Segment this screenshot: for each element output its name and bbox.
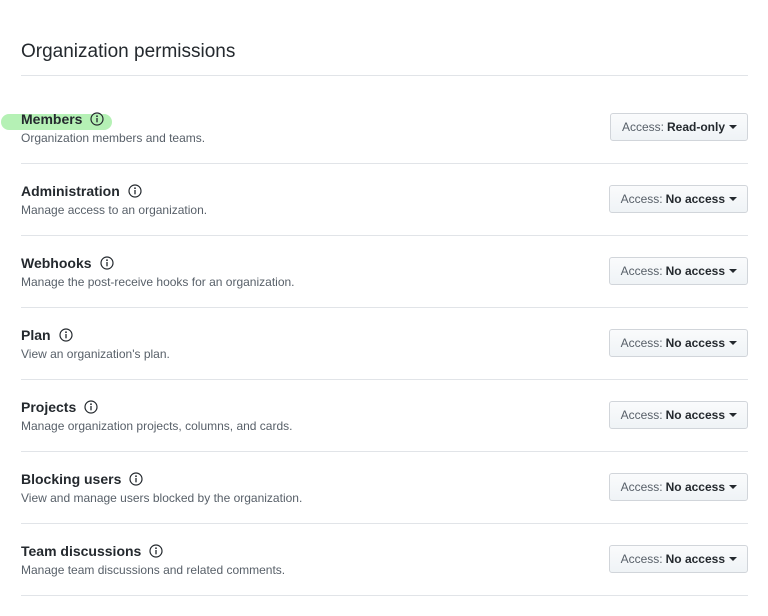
permission-row-blocking-users: Blocking users View and manage users blo… — [21, 452, 748, 524]
caret-down-icon — [729, 125, 737, 129]
info-icon[interactable] — [149, 544, 163, 558]
access-dropdown-plan[interactable]: Access: No access — [608, 329, 748, 357]
permission-description: Manage the post-receive hooks for an org… — [21, 275, 295, 289]
access-value: Read-only — [666, 120, 725, 134]
permission-name: Administration — [21, 183, 120, 199]
title-divider — [21, 75, 748, 76]
access-prefix: Access: — [620, 552, 663, 566]
caret-down-icon — [729, 269, 737, 273]
access-prefix: Access: — [621, 120, 664, 134]
permission-name-line: Webhooks — [21, 254, 114, 272]
permission-description: View an organization's plan. — [21, 347, 170, 361]
caret-down-icon — [729, 197, 737, 201]
access-value: No access — [665, 408, 725, 422]
permission-description: Manage access to an organization. — [21, 203, 208, 217]
permission-row-team-discussions: Team discussions Manage team discussions… — [21, 524, 748, 596]
permission-name-line: Administration — [21, 182, 142, 200]
permission-name-line: Members — [21, 110, 105, 128]
caret-down-icon — [729, 485, 737, 489]
access-prefix: Access: — [620, 192, 663, 206]
permission-description: Manage organization projects, columns, a… — [21, 419, 293, 433]
permission-name: Members — [21, 111, 83, 127]
permission-name: Webhooks — [21, 255, 92, 271]
permission-name: Team discussions — [21, 543, 142, 559]
access-value: No access — [665, 192, 725, 206]
info-icon[interactable] — [84, 400, 98, 414]
access-dropdown-projects[interactable]: Access: No access — [608, 401, 748, 429]
access-dropdown-webhooks[interactable]: Access: No access — [608, 257, 748, 285]
permission-name-line: Projects — [21, 398, 98, 416]
access-prefix: Access: — [620, 264, 663, 278]
info-icon[interactable] — [99, 256, 114, 270]
access-dropdown-team-discussions[interactable]: Access: No access — [608, 545, 748, 573]
permission-row-members: Members Organization members and teams. … — [21, 92, 748, 164]
caret-down-icon — [729, 341, 737, 345]
access-prefix: Access: — [620, 336, 663, 350]
access-prefix: Access: — [620, 480, 663, 494]
access-dropdown-administration[interactable]: Access: No access — [608, 185, 748, 213]
permission-description: View and manage users blocked by the org… — [21, 491, 303, 505]
permission-name: Projects — [21, 399, 77, 415]
permission-row-projects: Projects Manage organization projects, c… — [21, 380, 748, 452]
access-dropdown-blocking-users[interactable]: Access: No access — [608, 473, 748, 501]
permission-description: Manage team discussions and related comm… — [21, 563, 286, 577]
permission-row-plan: Plan View an organization's plan. Access… — [21, 308, 748, 380]
info-icon[interactable] — [58, 328, 73, 342]
caret-down-icon — [729, 413, 737, 417]
permission-list: Members Organization members and teams. … — [21, 92, 748, 596]
access-prefix: Access: — [620, 408, 663, 422]
permission-name-line: Blocking users — [21, 470, 143, 488]
info-icon[interactable] — [129, 472, 143, 486]
info-icon[interactable] — [128, 184, 142, 198]
permission-name-line: Team discussions — [21, 542, 163, 560]
info-icon[interactable] — [90, 112, 105, 126]
access-value: No access — [665, 552, 725, 566]
caret-down-icon — [729, 557, 737, 561]
section-title: Organization permissions — [21, 41, 236, 62]
permission-row-administration: Administration Manage access to an organ… — [21, 164, 748, 236]
permission-row-webhooks: Webhooks Manage the post-receive hooks f… — [21, 236, 748, 308]
access-dropdown-members[interactable]: Access: Read-only — [609, 113, 748, 141]
permission-description: Organization members and teams. — [21, 131, 206, 145]
access-value: No access — [665, 336, 725, 350]
permission-name-line: Plan — [21, 326, 73, 344]
access-value: No access — [665, 480, 725, 494]
access-value: No access — [665, 264, 725, 278]
permission-name: Blocking users — [21, 471, 122, 487]
permission-name: Plan — [21, 327, 51, 343]
